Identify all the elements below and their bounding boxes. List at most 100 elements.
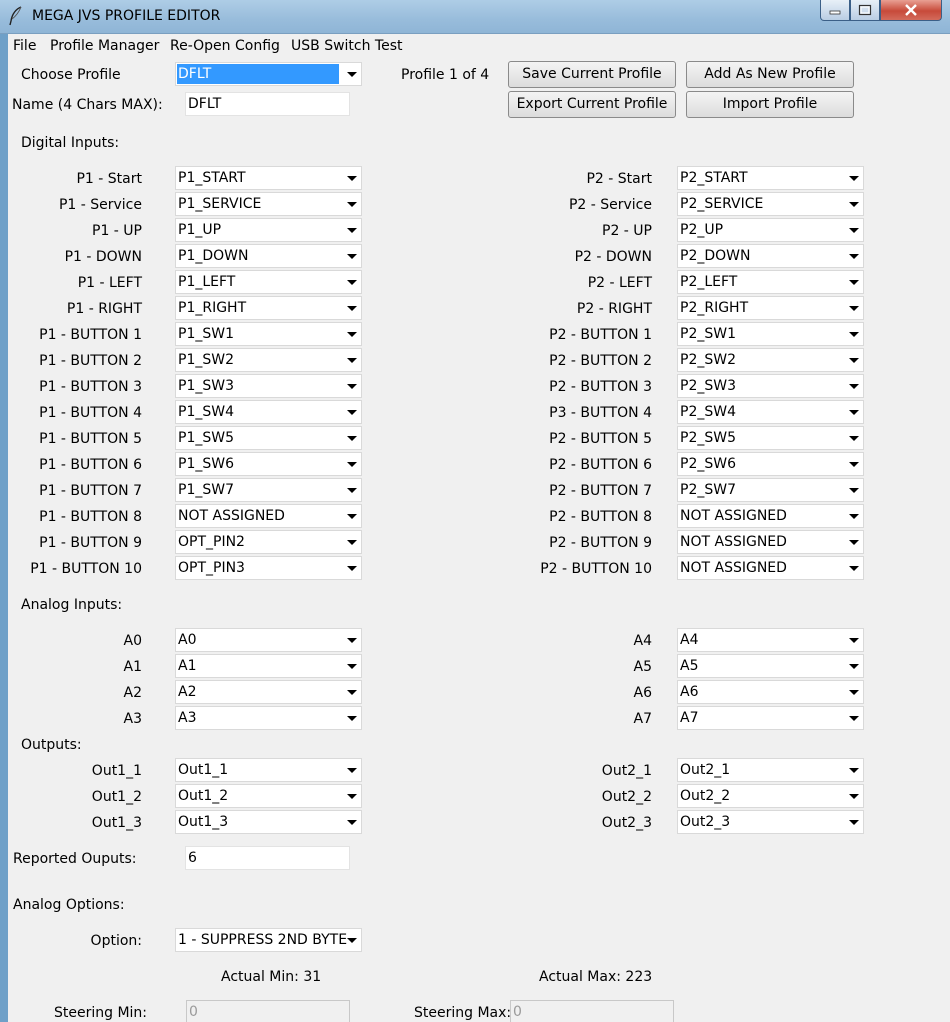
steering-min-value: 0 [189,1004,198,1020]
p1-input-select-p1-button-2[interactable]: P1_SW2 [175,348,362,372]
p2-input-label-p2-button-6: P2 - BUTTON 6 [549,457,652,473]
dropdown-arrow-icon [347,638,357,643]
p1-input-select-p1-service[interactable]: P1_SERVICE [175,192,362,216]
menu-usb-switch-test[interactable]: USB Switch Test [291,38,403,54]
dropdown-arrow-icon [849,664,859,669]
p1-input-select-p1-button-3[interactable]: P1_SW3 [175,374,362,398]
p1-input-select-p1-right[interactable]: P1_RIGHT [175,296,362,320]
profile-select[interactable]: DFLT [175,62,362,86]
p1-input-select-value: P1_LEFT [178,274,236,290]
output-select-out1-3[interactable]: Out1_3 [175,810,362,834]
p1-input-select-p1-button-6[interactable]: P1_SW6 [175,452,362,476]
p1-input-label-p1-start: P1 - Start [76,171,142,187]
menu-reopen-config[interactable]: Re-Open Config [170,38,280,54]
p1-input-select-p1-start[interactable]: P1_START [175,166,362,190]
p2-input-select-p2-button-3[interactable]: P2_SW3 [677,374,864,398]
p1-input-select-p1-down[interactable]: P1_DOWN [175,244,362,268]
p2-input-label-p2-button-1: P2 - BUTTON 1 [549,327,652,343]
p1-input-select-p1-button-5[interactable]: P1_SW5 [175,426,362,450]
minimize-button[interactable] [820,0,850,21]
p1-input-label-p1-button-2: P1 - BUTTON 2 [39,353,142,369]
p2-input-select-p2-up[interactable]: P2_UP [677,218,864,242]
analog-select-a2[interactable]: A2 [175,680,362,704]
p1-input-select-p1-button-7[interactable]: P1_SW7 [175,478,362,502]
p2-input-label-p2-button-8: P2 - BUTTON 8 [549,509,652,525]
p1-input-select-p1-button-8[interactable]: NOT ASSIGNED [175,504,362,528]
analog-options-header: Analog Options: [13,897,125,913]
analog-option-select[interactable]: 1 - SUPPRESS 2ND BYTE [175,928,362,952]
dropdown-arrow-icon [347,566,357,571]
p1-input-label-p1-down: P1 - DOWN [64,249,142,265]
save-profile-button[interactable]: Save Current Profile [508,61,676,88]
import-profile-button[interactable]: Import Profile [686,91,854,118]
p1-input-select-p1-left[interactable]: P1_LEFT [175,270,362,294]
p2-input-select-p2-start[interactable]: P2_START [677,166,864,190]
reported-outputs-input[interactable]: 6 [185,846,350,870]
p2-input-select-value: P2_SW7 [680,482,736,498]
close-button[interactable] [880,0,942,21]
add-profile-button[interactable]: Add As New Profile [686,61,854,88]
output-select-out1-1[interactable]: Out1_1 [175,758,362,782]
p1-input-select-p1-button-10[interactable]: OPT_PIN3 [175,556,362,580]
p2-input-select-p2-button-1[interactable]: P2_SW1 [677,322,864,346]
analog-select-a4[interactable]: A4 [677,628,864,652]
p2-input-select-p2-button-5[interactable]: P2_SW5 [677,426,864,450]
p2-input-select-p2-button-8[interactable]: NOT ASSIGNED [677,504,864,528]
analog-select-value: A3 [178,710,197,726]
dropdown-arrow-icon [347,938,357,943]
analog-select-a1[interactable]: A1 [175,654,362,678]
p1-input-select-value: OPT_PIN2 [178,534,245,550]
output-select-out2-1[interactable]: Out2_1 [677,758,864,782]
analog-select-a6[interactable]: A6 [677,680,864,704]
p2-input-select-p2-button-2[interactable]: P2_SW2 [677,348,864,372]
p2-input-label-p2-button-3: P2 - BUTTON 3 [549,379,652,395]
profile-counter: Profile 1 of 4 [401,67,490,83]
dropdown-arrow-icon [849,566,859,571]
maximize-button[interactable] [850,0,880,21]
output-select-out2-3[interactable]: Out2_3 [677,810,864,834]
p2-input-select-p2-button-6[interactable]: P2_SW6 [677,452,864,476]
p1-input-label-p1-button-5: P1 - BUTTON 5 [39,431,142,447]
p2-input-select-p2-right[interactable]: P2_RIGHT [677,296,864,320]
p2-input-select-value: P2_SW3 [680,378,736,394]
analog-select-a0[interactable]: A0 [175,628,362,652]
p1-input-select-p1-button-4[interactable]: P1_SW4 [175,400,362,424]
p1-input-label-p1-button-10: P1 - BUTTON 10 [30,561,142,577]
dropdown-arrow-icon [347,280,357,285]
p1-input-select-value: NOT ASSIGNED [178,508,285,524]
menu-bar: File Profile Manager Re-Open Config USB … [8,34,950,59]
p1-input-select-p1-button-1[interactable]: P1_SW1 [175,322,362,346]
menu-profile-manager[interactable]: Profile Manager [50,38,159,54]
option-label: Option: [90,933,142,949]
analog-select-a3[interactable]: A3 [175,706,362,730]
feather-icon [9,6,22,26]
profile-name-input[interactable]: DFLT [185,92,350,116]
p1-input-select-p1-button-9[interactable]: OPT_PIN2 [175,530,362,554]
analog-option-value: 1 - SUPPRESS 2ND BYTE [178,932,348,948]
title-bar: MEGA JVS PROFILE EDITOR [0,0,950,34]
p1-input-select-value: P1_START [178,170,246,186]
p2-input-select-p2-down[interactable]: P2_DOWN [677,244,864,268]
p2-input-select-p2-button-9[interactable]: NOT ASSIGNED [677,530,864,554]
analog-select-a7[interactable]: A7 [677,706,864,730]
menu-file[interactable]: File [13,38,36,54]
p1-input-label-p1-button-4: P1 - BUTTON 4 [39,405,142,421]
p1-input-label-p1-button-7: P1 - BUTTON 7 [39,483,142,499]
p2-input-select-p2-button-10[interactable]: NOT ASSIGNED [677,556,864,580]
p2-input-select-p2-service[interactable]: P2_SERVICE [677,192,864,216]
dropdown-arrow-icon [347,488,357,493]
output-select-out2-2[interactable]: Out2_2 [677,784,864,808]
output-select-out1-2[interactable]: Out1_2 [175,784,362,808]
p2-input-select-p2-button-7[interactable]: P2_SW7 [677,478,864,502]
profile-name-value: DFLT [188,96,222,112]
analog-select-value: A6 [680,684,699,700]
p1-input-select-p1-up[interactable]: P1_UP [175,218,362,242]
steering-min-label: Steering Min: [54,1005,148,1021]
p2-input-select-p3-button-4[interactable]: P2_SW4 [677,400,864,424]
analog-select-a5[interactable]: A5 [677,654,864,678]
steering-min-input[interactable]: 0 [186,1000,350,1022]
dropdown-arrow-icon [849,358,859,363]
steering-max-input[interactable]: 0 [510,1000,674,1022]
export-profile-button[interactable]: Export Current Profile [508,91,676,118]
p2-input-select-p2-left[interactable]: P2_LEFT [677,270,864,294]
